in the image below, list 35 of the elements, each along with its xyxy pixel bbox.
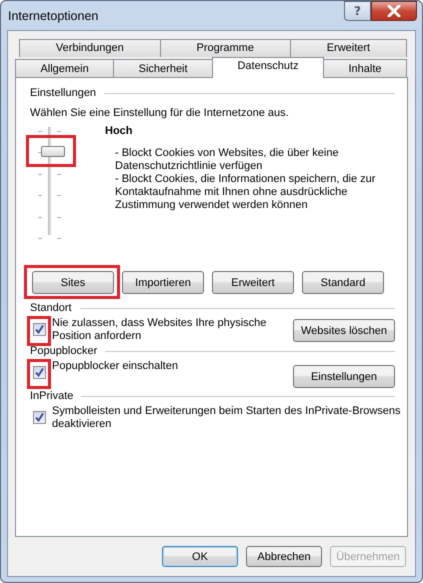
slider-thumb[interactable] — [41, 146, 65, 157]
checkbox[interactable] — [33, 323, 46, 336]
dialog-button[interactable]: Importieren — [122, 271, 204, 294]
close-button[interactable] — [371, 1, 417, 21]
dialog-button[interactable]: Erweitert — [212, 271, 294, 294]
group-heading: Einstellungen — [30, 87, 96, 99]
dialog-button[interactable]: Websites löschen — [293, 319, 395, 342]
level-name: Hoch — [105, 125, 134, 137]
checkbox[interactable] — [33, 411, 46, 424]
tab[interactable]: Sicherheit — [113, 59, 214, 78]
close-icon — [387, 5, 401, 17]
dialog-button[interactable]: OK — [162, 546, 238, 567]
tab[interactable]: Datenschutz — [212, 57, 324, 78]
description-text: - Blockt Cookies, die Informationen speichern, die zur Kontaktaufnahme mit Ihnen ohne ausdrückliche Zustimmung verwendet werden können — [115, 173, 376, 212]
tab[interactable]: Programme — [160, 39, 291, 57]
tab[interactable]: Inhalte — [323, 59, 407, 78]
dialog-button[interactable]: Standard — [302, 271, 384, 294]
instruction-text: Wählen Sie eine Einstellung für die Internetzone aus. — [30, 107, 290, 119]
group-heading: InPrivate — [30, 390, 74, 402]
help-button[interactable]: ? — [344, 1, 371, 21]
checkbox-label: Symbolleisten und Erweiterungen beim Starten des InPrivate-Browsens deaktivieren — [52, 405, 402, 431]
checkbox-label: Nie zulassen, dass Websites Ihre physische Position anfordern — [52, 317, 268, 343]
group-heading: Popupblocker — [30, 345, 98, 357]
checkbox[interactable] — [33, 366, 46, 379]
tab[interactable]: Erweitert — [290, 39, 407, 57]
dialog-button[interactable]: Abbrechen — [246, 546, 322, 567]
dialog-button[interactable]: Einstellungen — [293, 365, 395, 388]
dialog-button[interactable]: Sites — [32, 271, 114, 294]
checkbox-label: Popupblocker einschalten — [52, 360, 179, 373]
tab[interactable]: Verbindungen — [19, 39, 161, 57]
tab[interactable]: Allgemein — [15, 59, 114, 78]
description-text: - Blockt Cookies von Websites, die über keine Datenschutzrichtlinie verfügen — [115, 147, 340, 173]
privacy-slider[interactable] — [38, 127, 68, 237]
group-heading: Standort — [30, 302, 72, 314]
window-title: Internetoptionen — [8, 9, 98, 23]
